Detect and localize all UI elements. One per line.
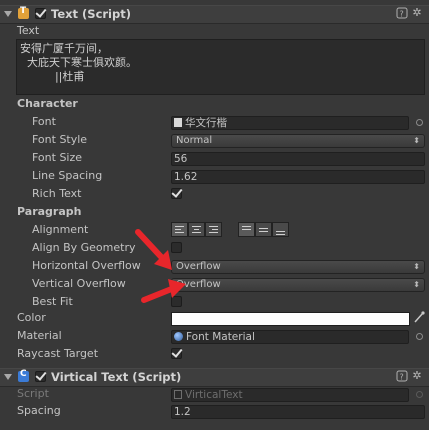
align-center-button[interactable] bbox=[188, 222, 205, 237]
svg-text:?: ? bbox=[400, 373, 404, 382]
paragraph-section-heading: Paragraph bbox=[17, 205, 82, 218]
font-style-label: Font Style bbox=[32, 133, 88, 146]
svg-text:?: ? bbox=[400, 10, 404, 19]
text-component-icon: T bbox=[18, 6, 29, 19]
line-spacing-label: Line Spacing bbox=[32, 169, 103, 182]
annotation-arrow-horizontal-overflow bbox=[135, 229, 172, 270]
align-middle-button[interactable] bbox=[255, 222, 272, 237]
vertical-overflow-label: Vertical Overflow bbox=[32, 277, 126, 290]
font-label: Font bbox=[32, 115, 56, 128]
rich-text-label: Rich Text bbox=[32, 187, 82, 200]
text-label: Text bbox=[17, 24, 40, 37]
foldout-arrow-icon[interactable] bbox=[4, 11, 12, 17]
font-field[interactable]: 华文行楷 bbox=[171, 116, 409, 130]
align-bottom-button[interactable] bbox=[272, 222, 289, 237]
spacing-label: Spacing bbox=[17, 404, 61, 417]
settings-gear-icon[interactable]: ✲ bbox=[411, 370, 423, 382]
dropdown-arrows-icon: ⬍ bbox=[413, 136, 420, 145]
material-value: Font Material bbox=[186, 331, 255, 343]
vertical-overflow-dropdown[interactable]: Overflow ⬍ bbox=[171, 278, 425, 292]
best-fit-label: Best Fit bbox=[32, 295, 73, 308]
rich-text-checkbox[interactable] bbox=[171, 186, 183, 199]
color-swatch[interactable] bbox=[171, 312, 410, 326]
line-spacing-field[interactable]: 1.62 bbox=[171, 170, 425, 184]
raycast-target-checkbox[interactable] bbox=[171, 346, 183, 359]
script-label: Script bbox=[17, 387, 49, 400]
object-picker-icon bbox=[416, 391, 423, 398]
raycast-target-label: Raycast Target bbox=[17, 347, 99, 360]
material-label: Material bbox=[17, 329, 62, 342]
text-input-area[interactable]: 安得广厦千万间， 大庇天下寒士俱欢颜。 ||杜甫 bbox=[16, 39, 425, 95]
align-right-button[interactable] bbox=[205, 222, 222, 237]
font-size-label: Font Size bbox=[32, 151, 83, 164]
text-component-title: Text (Script) bbox=[51, 7, 131, 21]
material-sphere-icon bbox=[174, 332, 183, 341]
horizontal-overflow-dropdown[interactable]: Overflow ⬍ bbox=[171, 260, 425, 274]
font-value: 华文行楷 bbox=[185, 117, 227, 129]
align-top-button[interactable] bbox=[238, 222, 255, 237]
alignment-label: Alignment bbox=[32, 223, 89, 236]
eyedropper-icon[interactable] bbox=[413, 310, 425, 324]
vertical-text-enabled-checkbox[interactable] bbox=[35, 369, 47, 382]
font-style-value: Normal bbox=[176, 135, 213, 146]
font-size-field[interactable]: 56 bbox=[171, 152, 425, 166]
vertical-text-component-header[interactable]: C Virtical Text (Script) ? ✲ bbox=[0, 368, 429, 387]
character-section-heading: Character bbox=[17, 97, 78, 110]
material-field[interactable]: Font Material bbox=[171, 330, 409, 344]
help-icon[interactable]: ? bbox=[396, 7, 408, 19]
dropdown-arrows-icon: ⬍ bbox=[413, 262, 420, 271]
script-asset-icon bbox=[174, 390, 182, 399]
font-style-dropdown[interactable]: Normal ⬍ bbox=[171, 134, 425, 148]
script-field: VirticalText bbox=[171, 388, 409, 402]
help-icon[interactable]: ? bbox=[396, 370, 408, 382]
foldout-arrow-icon[interactable] bbox=[4, 374, 12, 380]
align-by-geometry-label: Align By Geometry bbox=[32, 241, 136, 254]
script-component-icon: C bbox=[18, 369, 29, 382]
settings-gear-icon[interactable]: ✲ bbox=[411, 7, 423, 19]
spacing-field[interactable]: 1.2 bbox=[171, 405, 425, 419]
object-picker-icon[interactable] bbox=[416, 333, 423, 340]
vertical-text-component-title: Virtical Text (Script) bbox=[51, 370, 182, 384]
dropdown-arrows-icon: ⬍ bbox=[413, 280, 420, 289]
annotation-arrow-vertical-overflow bbox=[141, 279, 186, 303]
object-picker-icon[interactable] bbox=[416, 119, 423, 126]
script-value: VirticalText bbox=[185, 389, 243, 401]
font-asset-icon bbox=[174, 118, 182, 127]
text-component-enabled-checkbox[interactable] bbox=[35, 6, 47, 19]
color-label: Color bbox=[17, 311, 46, 324]
horizontal-overflow-label: Horizontal Overflow bbox=[32, 259, 141, 272]
text-component-header[interactable]: T Text (Script) ? ✲ bbox=[0, 5, 429, 24]
